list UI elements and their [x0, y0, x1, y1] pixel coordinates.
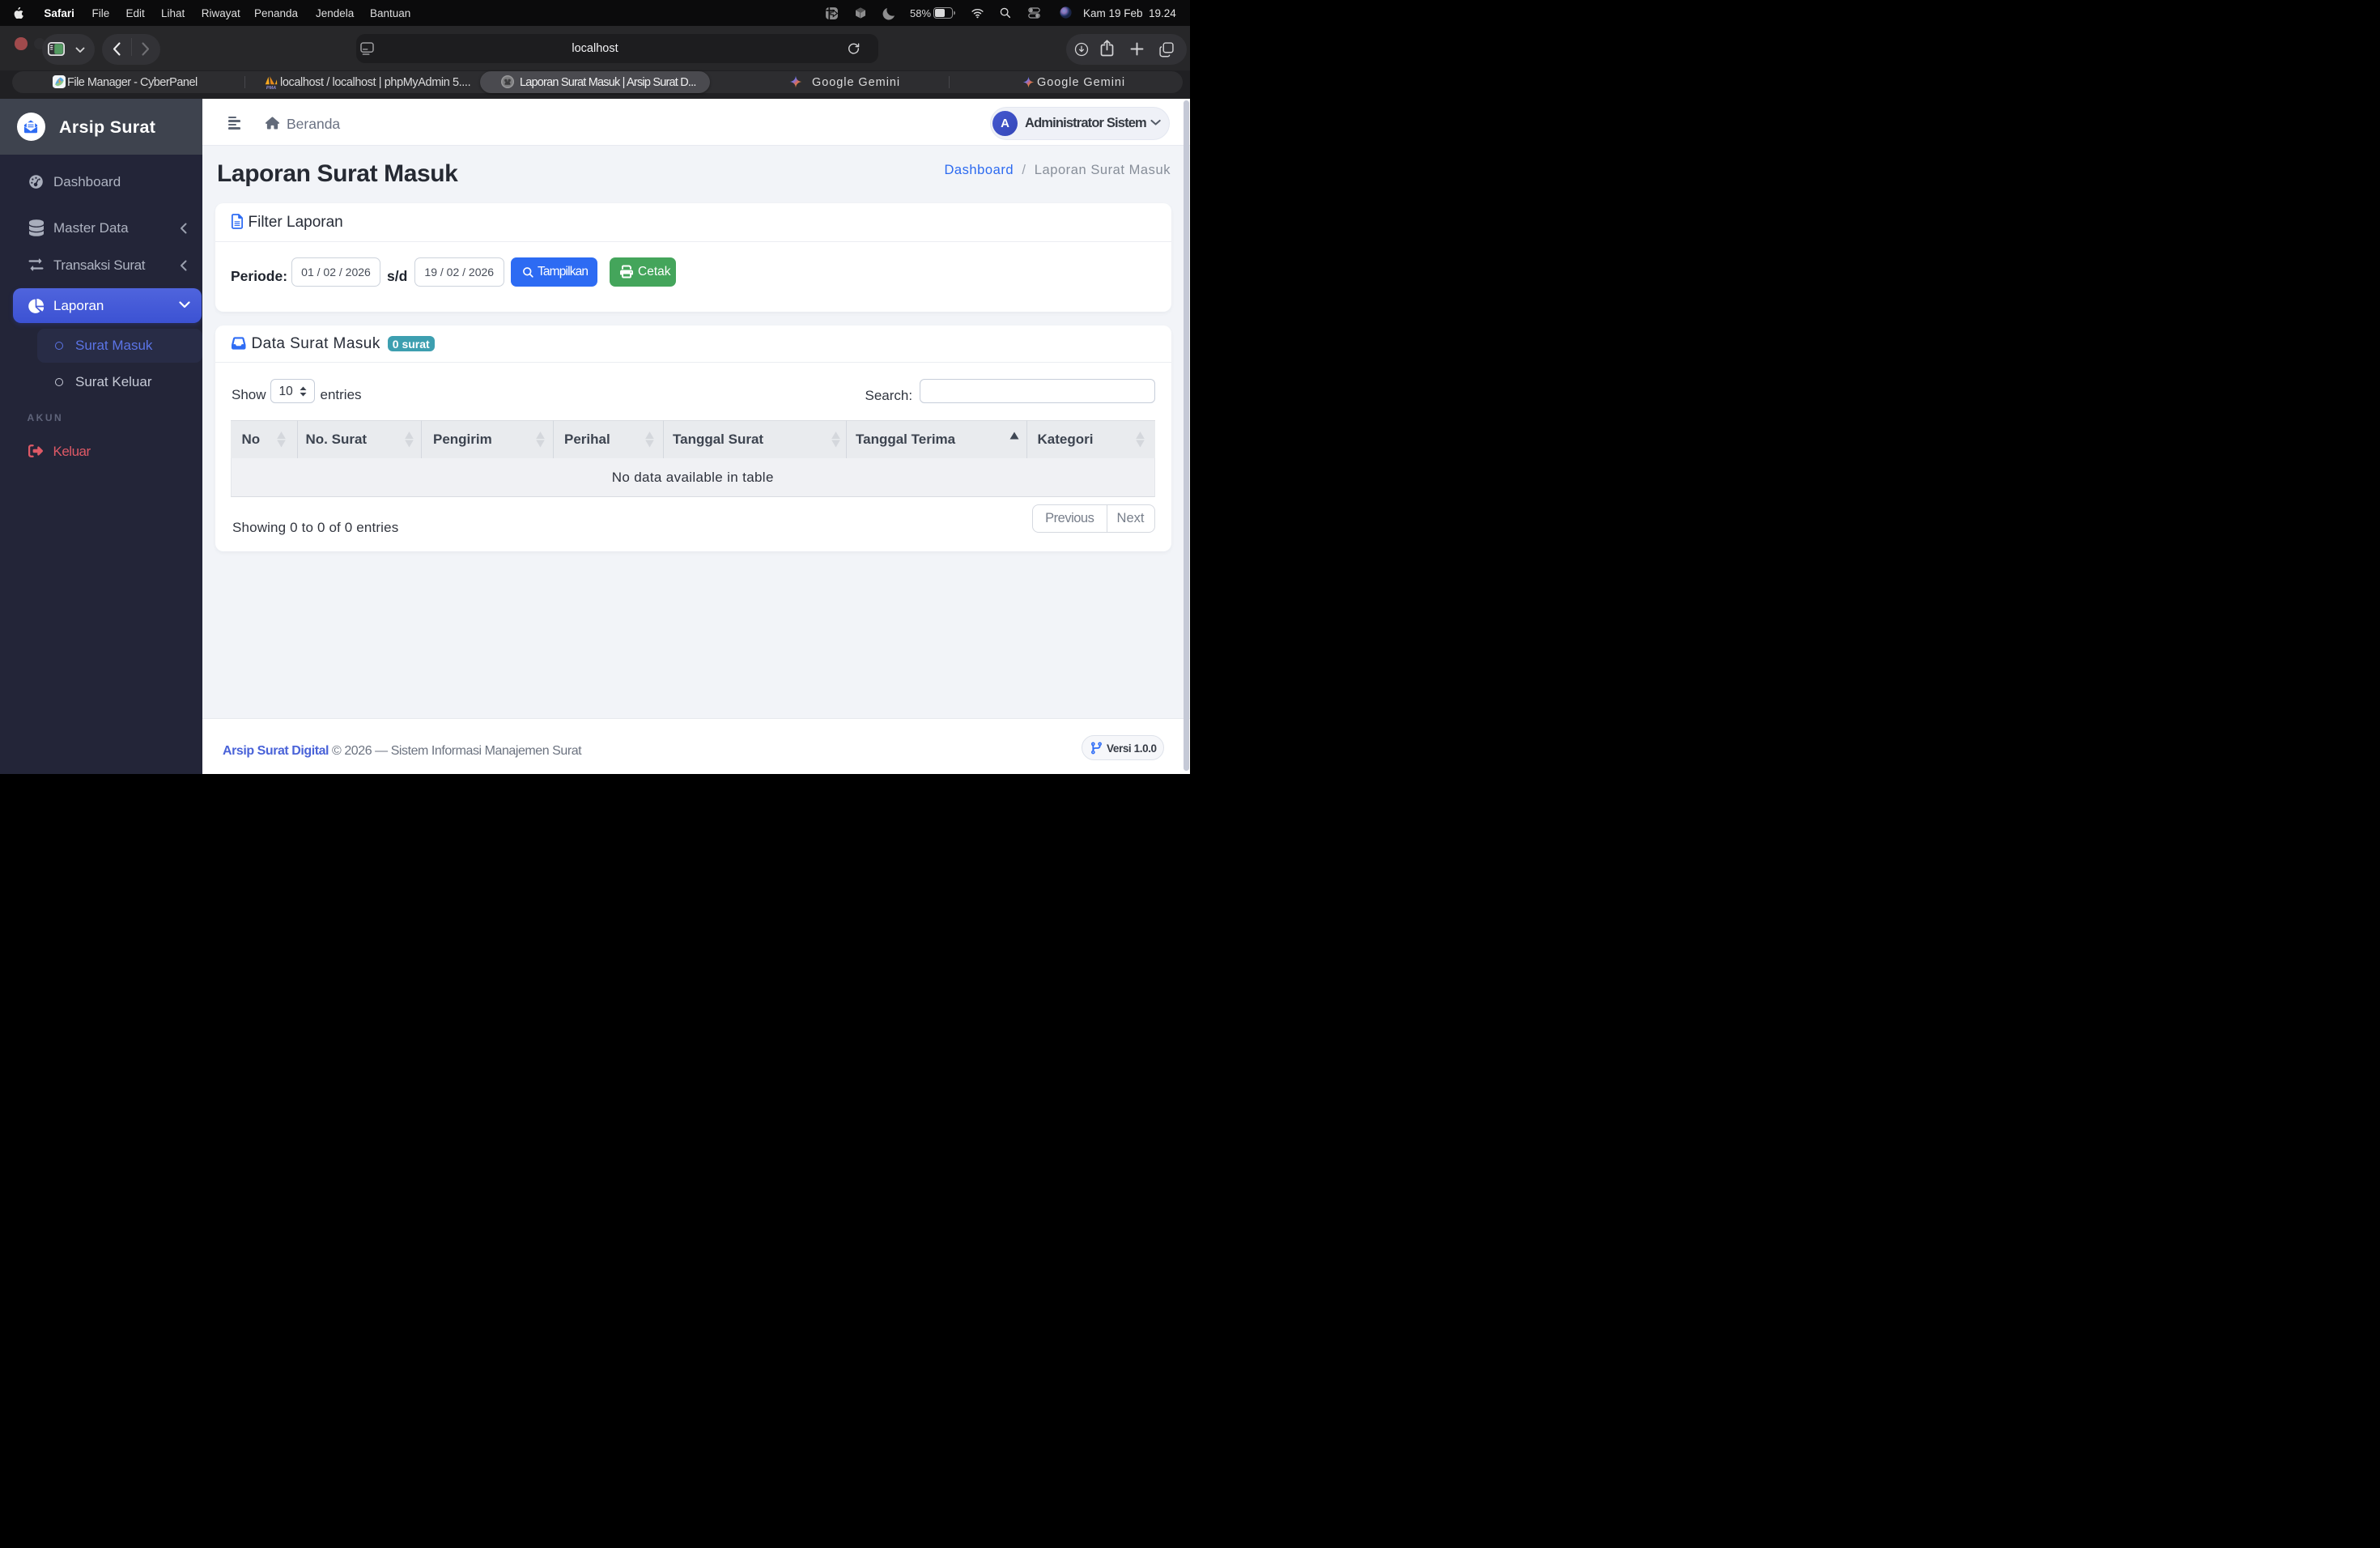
svg-text:PMA: PMA — [266, 85, 276, 89]
